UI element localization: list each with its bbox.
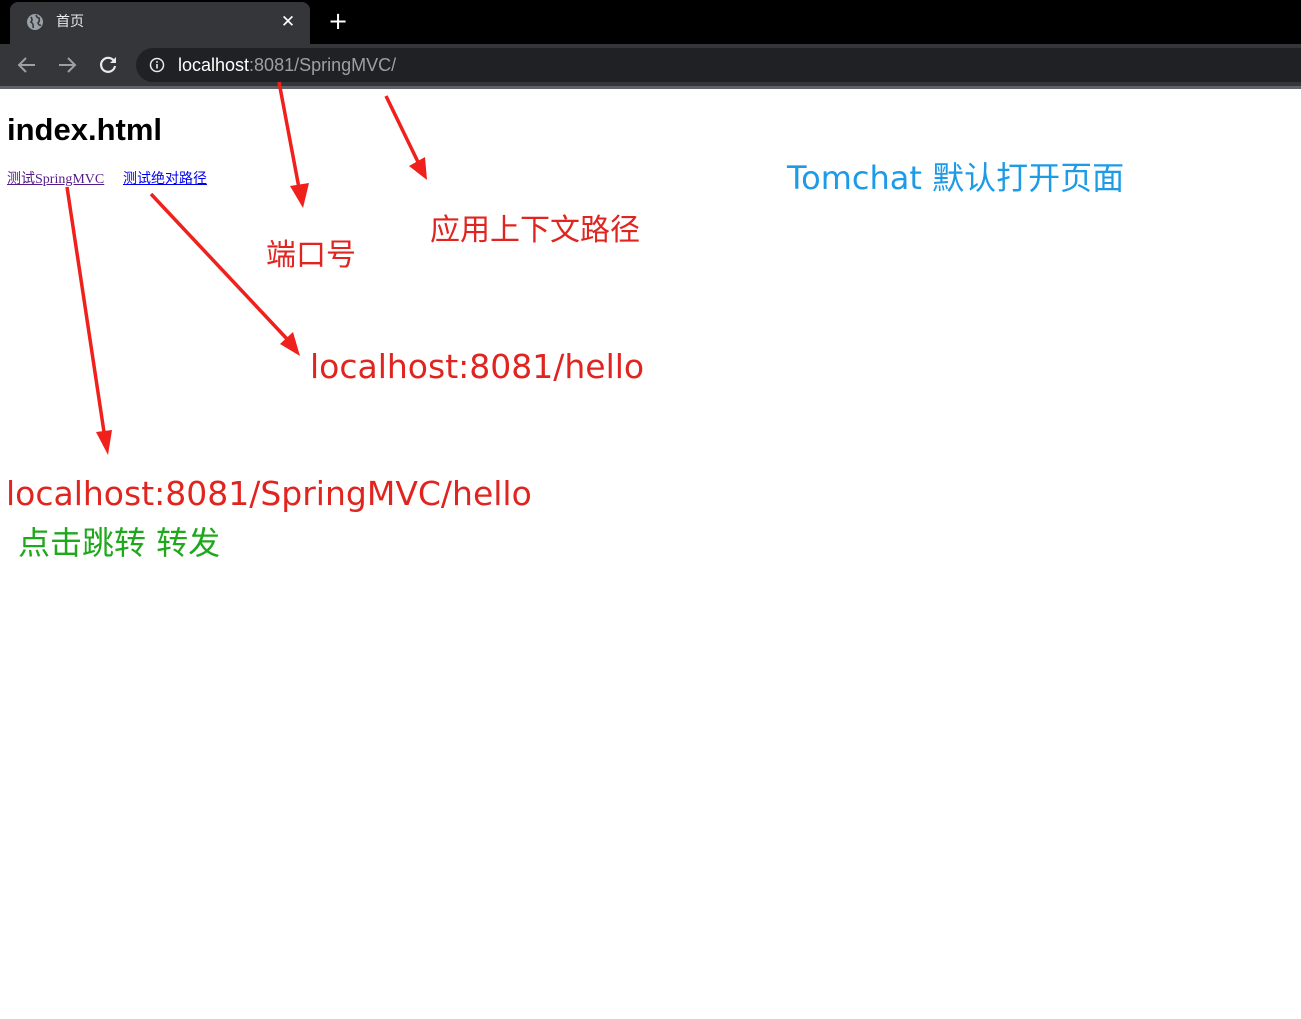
globe-icon	[26, 13, 44, 31]
relative-url-annotation: localhost:8081/SpringMVC/hello	[6, 474, 532, 513]
context-path-arrow	[384, 95, 427, 180]
url-host: localhost	[178, 55, 250, 75]
click-forward-annotation: 点击跳转 转发	[18, 524, 221, 562]
tab-title: 首页	[56, 14, 84, 30]
url-text[interactable]: localhost:8081/SpringMVC/	[178, 54, 396, 76]
test-absolute-path-link[interactable]: 测试绝对路径	[123, 171, 207, 189]
tomcat-default-annotation: Tomchat 默认打开页面	[787, 159, 1125, 197]
toolbar-divider	[0, 86, 1301, 89]
context-path-annotation: 应用上下文路径	[430, 213, 640, 248]
arrow-right-icon[interactable]	[55, 53, 79, 77]
close-icon[interactable]: ✕	[278, 12, 298, 32]
absolute-url-annotation: localhost:8081/hello	[310, 347, 645, 386]
page-title: index.html	[7, 112, 163, 147]
reload-icon[interactable]	[96, 53, 120, 77]
tab-strip: 首页 ✕ +	[0, 0, 1301, 44]
browser-tab[interactable]: 首页 ✕	[10, 2, 310, 44]
port-annotation: 端口号	[266, 238, 356, 273]
new-tab-button[interactable]: +	[326, 9, 350, 33]
relative-link-arrow	[65, 186, 112, 455]
port-arrow	[277, 81, 309, 208]
browser-toolbar: localhost:8081/SpringMVC/	[0, 44, 1301, 86]
test-springmvc-link[interactable]: 测试SpringMVC	[7, 171, 104, 189]
info-icon[interactable]	[149, 57, 165, 73]
address-bar[interactable]: localhost:8081/SpringMVC/	[136, 48, 1301, 82]
arrow-left-icon[interactable]	[15, 53, 39, 77]
url-path: :8081/SpringMVC/	[249, 55, 397, 75]
absolute-link-arrow	[149, 192, 300, 356]
